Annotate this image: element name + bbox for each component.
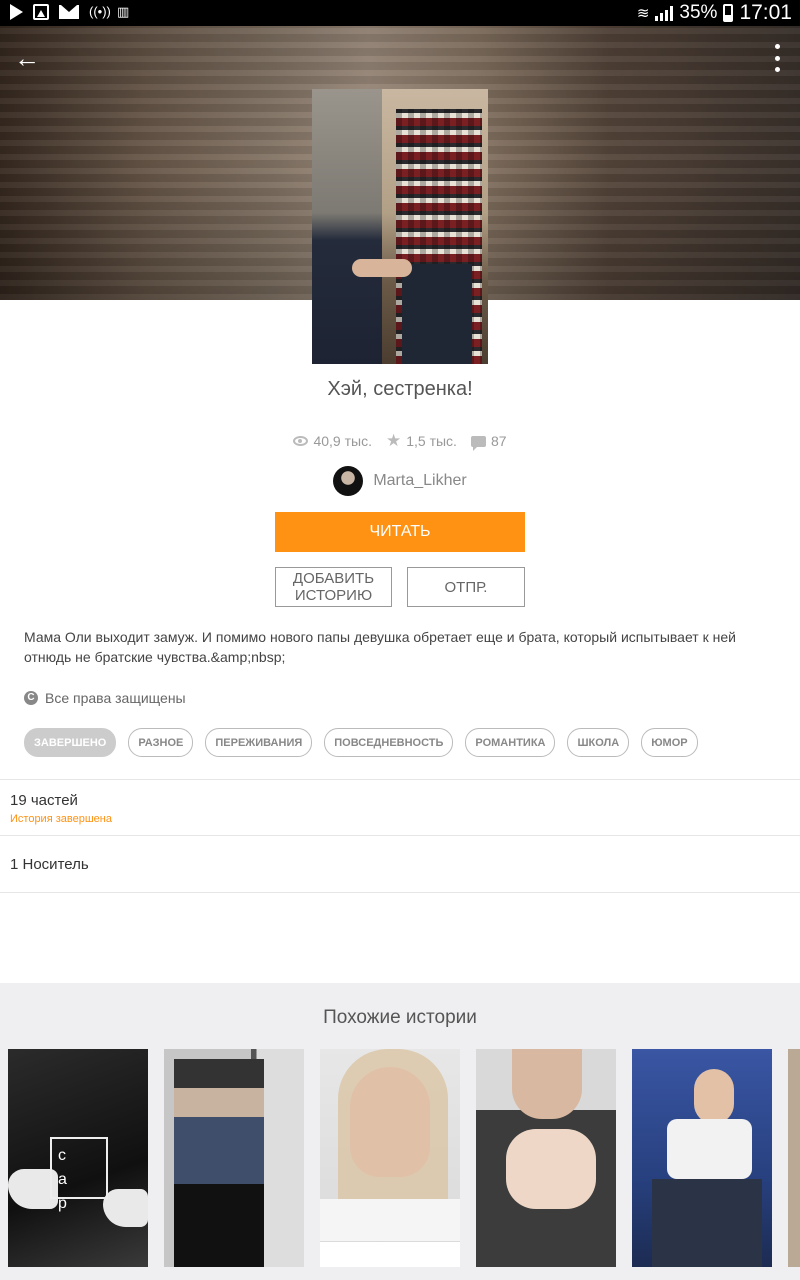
story-stats: 40,9 тыс. ★ 1,5 тыс. 87	[0, 431, 800, 451]
thumb4-hand	[506, 1129, 596, 1209]
image-icon	[33, 4, 49, 20]
comments-count: 87	[490, 433, 507, 449]
play-icon	[10, 4, 23, 20]
parts-row[interactable]: 19 частей История завершена	[0, 779, 800, 836]
similar-story-cover[interactable]	[788, 1049, 800, 1267]
back-arrow-icon[interactable]: ←	[14, 44, 44, 74]
tag-misc[interactable]: РАЗНОЕ	[128, 728, 194, 757]
tag-feelings[interactable]: ПЕРЕЖИВАНИЯ	[205, 728, 313, 757]
story-description: Мама Оли выходит замуж. И помимо нового …	[24, 629, 736, 665]
parts-count: 19 частей	[10, 792, 78, 809]
overflow-menu-icon[interactable]	[772, 44, 782, 72]
thumb3-face	[350, 1067, 430, 1177]
story-cover-image[interactable]	[312, 89, 488, 364]
signal-icon	[655, 5, 674, 21]
reading-lists-row[interactable]: 1 Носитель	[0, 835, 800, 893]
author-name[interactable]: Marta_Likher	[373, 472, 466, 490]
thumb5-head	[694, 1069, 734, 1124]
tag-romance[interactable]: РОМАНТИКА	[465, 728, 556, 757]
author-link[interactable]: Marta_Likher	[0, 466, 800, 496]
tag-everyday[interactable]: ПОВСЕДНЕВНОСТЬ	[324, 728, 454, 757]
cover-figure-hands	[352, 259, 412, 277]
copyright-icon: C	[24, 691, 38, 705]
similar-story-cover[interactable]	[164, 1049, 304, 1267]
copyright-info: C Все права защищены	[24, 690, 186, 706]
avatar[interactable]	[333, 466, 364, 496]
reading-lists-count: 1 Носитель	[10, 856, 89, 873]
clock: 17:01	[739, 1, 792, 24]
add-to-library-button[interactable]: ДОБАВИТЬ ИСТОРИЮ	[275, 567, 392, 607]
votes-stat: ★ 1,5 тыс.	[385, 431, 457, 450]
tag-school[interactable]: ШКОЛА	[567, 728, 630, 757]
similar-story-cover[interactable]	[320, 1049, 460, 1267]
sim-off-icon: ▥	[117, 4, 130, 19]
views-stat: 40,9 тыс.	[293, 433, 372, 449]
tag-humor[interactable]: ЮМОР	[641, 728, 698, 757]
thumb3-shirt	[320, 1199, 460, 1241]
star-icon: ★	[385, 431, 402, 450]
similar-story-cover[interactable]	[632, 1049, 772, 1267]
comments-stat: 87	[470, 433, 507, 451]
cover-figure-man	[312, 89, 382, 364]
wifi-icon: ≋	[636, 5, 650, 22]
battery-icon	[723, 4, 734, 22]
tag-list: ЗАВЕРШЕНО РАЗНОЕ ПЕРЕЖИВАНИЯ ПОВСЕДНЕВНО…	[24, 728, 698, 757]
copyright-text: Все права защищены	[45, 690, 186, 706]
notification-icons: ((•)) ▥	[10, 4, 135, 20]
hotspot-icon: ((•))	[89, 4, 111, 19]
status-bar: ((•)) ▥ ≋ 35% 17:01	[0, 0, 800, 26]
story-title: Хэй, сестренка!	[327, 378, 473, 400]
battery-percent: 35%	[679, 2, 718, 23]
cover-figure-legs	[402, 264, 472, 364]
votes-count: 1,5 тыс.	[406, 433, 457, 449]
read-button[interactable]: ЧИТАТЬ	[275, 512, 525, 552]
comment-icon	[470, 435, 486, 451]
similar-stories-section: Похожие истории c a p	[0, 983, 800, 1280]
eye-icon	[293, 436, 309, 446]
thumb2-person	[174, 1059, 264, 1267]
thumb5-jeans	[652, 1179, 762, 1267]
similar-story-cover[interactable]	[476, 1049, 616, 1267]
thumb4-neck	[512, 1049, 582, 1119]
thumb3-footer	[320, 1242, 460, 1267]
mail-icon	[59, 5, 79, 19]
thumb1-shoe	[103, 1189, 148, 1227]
thumb1-text: c a p	[58, 1147, 81, 1212]
views-count: 40,9 тыс.	[313, 433, 372, 449]
thumb5-body	[667, 1119, 752, 1179]
system-icons: ≋ 35% 17:01	[637, 1, 792, 25]
share-button[interactable]: ОТПР.	[407, 567, 525, 607]
story-status: История завершена	[10, 813, 112, 825]
similar-stories-title: Похожие истории	[323, 1007, 477, 1028]
similar-story-cover[interactable]: c a p	[8, 1049, 148, 1267]
tag-completed[interactable]: ЗАВЕРШЕНО	[24, 728, 117, 757]
